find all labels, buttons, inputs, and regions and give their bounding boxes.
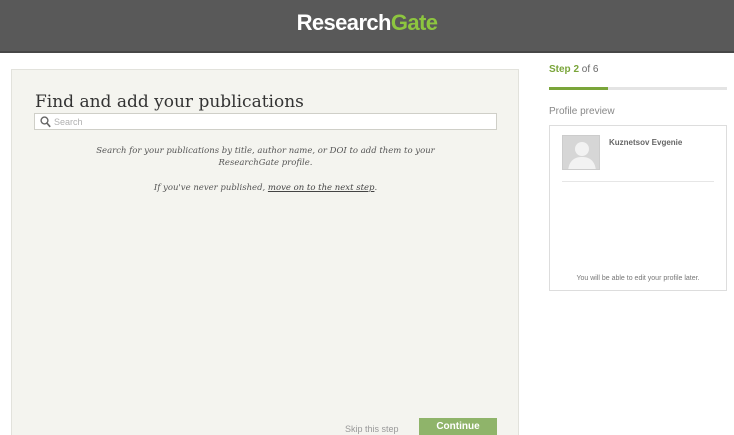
never-published-label: If you've never published, bbox=[153, 183, 268, 193]
never-published-text: If you've never published, move on to th… bbox=[34, 182, 497, 194]
profile-preview-title: Profile preview bbox=[549, 106, 615, 117]
profile-preview-card: Kuznetsov Evgenie You will be able to ed… bbox=[549, 125, 727, 291]
step-indicator: Step 2 of 6 bbox=[549, 64, 729, 75]
search-box[interactable] bbox=[34, 113, 497, 130]
never-published-period: . bbox=[374, 183, 378, 193]
edit-profile-note: You will be able to edit your profile la… bbox=[576, 275, 700, 282]
help-line-1: Search for your publications by title, a… bbox=[96, 146, 435, 156]
step-current: Step 2 bbox=[549, 64, 580, 75]
onboarding-sidebar: Step 2 of 6 Profile preview Kuznetsov Ev… bbox=[549, 64, 729, 291]
step-progress-track bbox=[549, 87, 727, 90]
search-help-text: Search for your publications by title, a… bbox=[34, 145, 497, 169]
help-line-2: ResearchGate profile. bbox=[218, 158, 313, 168]
continue-button[interactable]: Continue bbox=[419, 418, 497, 435]
avatar bbox=[562, 135, 600, 170]
logo-text-research: Research bbox=[296, 10, 392, 35]
default-avatar-icon bbox=[563, 136, 599, 169]
researchgate-logo[interactable]: ResearchGate bbox=[0, 10, 734, 36]
top-header-bar: ResearchGate bbox=[0, 0, 734, 53]
step-progress-fill bbox=[549, 87, 609, 90]
publications-panel: Find and add your publications Search fo… bbox=[11, 69, 519, 435]
search-icon bbox=[40, 116, 51, 128]
page-title: Find and add your publications bbox=[35, 92, 304, 112]
search-input[interactable] bbox=[54, 114, 494, 129]
skip-step-link[interactable]: Skip this step bbox=[345, 424, 399, 434]
step-total: of 6 bbox=[579, 64, 599, 75]
profile-name: Kuznetsov Evgenie bbox=[609, 138, 683, 147]
logo-text-gate: Gate bbox=[390, 10, 438, 35]
next-step-link[interactable]: move on to the next step bbox=[268, 183, 375, 193]
card-divider bbox=[562, 181, 714, 182]
